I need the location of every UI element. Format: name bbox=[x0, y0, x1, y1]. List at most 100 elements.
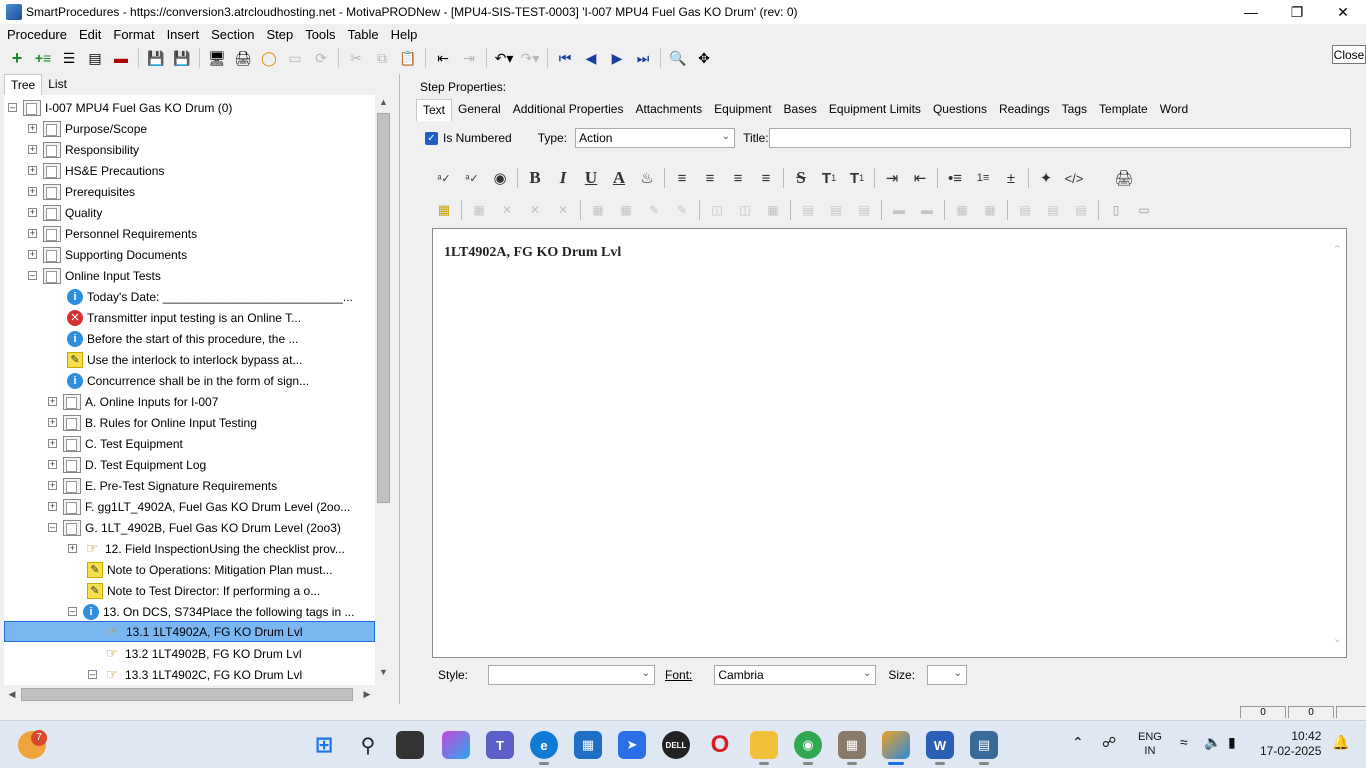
step-text-editor[interactable]: 1LT4902A, FG KO Drum Lvl ⌃ ⌄ bbox=[432, 228, 1347, 658]
indent-icon[interactable]: ⇤ bbox=[430, 46, 456, 70]
globe-icon[interactable]: ◯ bbox=[256, 46, 282, 70]
tab-bases[interactable]: Bases bbox=[778, 99, 823, 121]
list-alt-icon[interactable]: ▤ bbox=[82, 46, 108, 70]
minimize-button[interactable]: — bbox=[1228, 0, 1274, 24]
tree-horizontal-scrollbar[interactable]: ◀ ▶ bbox=[4, 686, 375, 703]
menu-step[interactable]: Step bbox=[263, 27, 296, 42]
expand-icon[interactable]: + bbox=[48, 460, 57, 469]
align-left-icon[interactable]: ≡ bbox=[668, 166, 696, 190]
volume-icon[interactable]: 🔈 bbox=[1204, 734, 1221, 751]
tree-item[interactable]: ✎ Note to Operations: Mitigation Plan mus… bbox=[72, 559, 332, 580]
size-select[interactable]: ⌄ bbox=[927, 665, 968, 685]
expand-icon[interactable]: + bbox=[48, 481, 57, 490]
tree-vertical-scrollbar[interactable]: ▲ ▼ bbox=[375, 95, 392, 685]
dell-icon[interactable]: DELL bbox=[662, 731, 690, 759]
edit-cell-icon[interactable]: ✎ bbox=[640, 198, 668, 222]
collapse-icon[interactable]: – bbox=[88, 670, 97, 679]
font-color-icon[interactable]: A bbox=[605, 166, 633, 190]
expand-icon[interactable]: + bbox=[68, 544, 77, 553]
collapse-icon[interactable]: – bbox=[8, 103, 17, 112]
tree-item[interactable]: i Before the start of this procedure, the… bbox=[52, 328, 298, 349]
border-icon[interactable]: ▦ bbox=[948, 198, 976, 222]
tree-item[interactable]: – Online Input Tests bbox=[28, 265, 161, 286]
horizontal-rule-icon[interactable]: ± bbox=[997, 166, 1025, 190]
bold-icon[interactable]: B bbox=[521, 166, 549, 190]
align-bottom-icon[interactable]: ▤ bbox=[1067, 198, 1095, 222]
tree-item[interactable]: – ☞ 13.3 1LT4902C, FG KO Drum Lvl bbox=[88, 664, 302, 685]
tab-word[interactable]: Word bbox=[1154, 99, 1194, 121]
scroll-up-icon[interactable]: ▲ bbox=[375, 97, 392, 113]
tree-item[interactable]: ☞ 13.2 1LT4902B, FG KO Drum Lvl bbox=[103, 643, 302, 664]
print-icon[interactable]: 🖨 bbox=[230, 46, 256, 70]
style-icon[interactable]: ◉ bbox=[486, 166, 514, 190]
list-icon[interactable]: ☰ bbox=[56, 46, 82, 70]
edge-icon[interactable]: e bbox=[530, 731, 558, 765]
tree-item[interactable]: ✕ Transmitter input testing is an Online … bbox=[52, 307, 301, 328]
save-icon[interactable]: 💾 bbox=[169, 46, 195, 70]
collapse-icon[interactable]: – bbox=[48, 523, 57, 532]
paste-icon[interactable]: 📋 bbox=[395, 46, 421, 70]
expand-icon[interactable]: + bbox=[28, 229, 37, 238]
tree-item[interactable]: + Purpose/Scope bbox=[28, 118, 147, 139]
is-numbered-checkbox[interactable]: ✓ bbox=[425, 131, 438, 145]
superscript-icon[interactable]: T1 bbox=[815, 166, 843, 190]
teams-icon[interactable]: T bbox=[486, 731, 514, 759]
insert-row-above-icon[interactable]: ▤ bbox=[794, 198, 822, 222]
tree-item[interactable]: + C. Test Equipment bbox=[48, 433, 183, 454]
tab-tags[interactable]: Tags bbox=[1056, 99, 1093, 121]
expand-icon[interactable]: + bbox=[28, 166, 37, 175]
file-explorer-icon[interactable] bbox=[750, 731, 778, 765]
redo-icon[interactable]: ↷▾ bbox=[517, 46, 543, 70]
split-icon[interactable]: ▤ bbox=[850, 198, 878, 222]
delete-rows-icon[interactable]: ✕ bbox=[521, 198, 549, 222]
tree-item[interactable]: + E. Pre-Test Signature Requirements bbox=[48, 475, 277, 496]
type-select[interactable]: Action ⌄ bbox=[575, 128, 736, 148]
font-select[interactable]: Cambria ⌄ bbox=[714, 665, 877, 685]
expand-icon[interactable]: + bbox=[28, 250, 37, 259]
spell-check-icon[interactable]: ᵃ✓ bbox=[430, 166, 458, 190]
cell-style-icon[interactable]: ✎ bbox=[668, 198, 696, 222]
border-all-icon[interactable]: ▦ bbox=[976, 198, 1004, 222]
indent-right-icon[interactable]: ⇥ bbox=[878, 166, 906, 190]
battery-icon[interactable]: ▮ bbox=[1228, 734, 1236, 751]
add-icon[interactable]: + bbox=[4, 46, 30, 70]
close-window-button[interactable]: ✕ bbox=[1320, 0, 1366, 24]
tree-item[interactable]: + A. Online Inputs for I-007 bbox=[48, 391, 218, 412]
tree-item[interactable]: + Responsibility bbox=[28, 139, 139, 160]
column-icon[interactable]: ▯ bbox=[1102, 198, 1130, 222]
expand-icon[interactable]: + bbox=[28, 124, 37, 133]
insert-column-right-icon[interactable]: ◫ bbox=[731, 198, 759, 222]
style-select[interactable]: ⌄ bbox=[488, 665, 656, 685]
first-icon[interactable]: ⏮ bbox=[552, 46, 578, 70]
wifi-icon[interactable]: ≈ bbox=[1180, 734, 1188, 750]
row-props-icon[interactable]: ▦ bbox=[612, 198, 640, 222]
html-source-icon[interactable]: </> bbox=[1060, 166, 1088, 190]
table-props-icon[interactable]: ▦ bbox=[465, 198, 493, 222]
tree-item[interactable]: ✎ Note to Test Director: If performing a … bbox=[72, 580, 320, 601]
expand-icon[interactable]: + bbox=[28, 208, 37, 217]
insert-row-below-icon[interactable]: ▤ bbox=[822, 198, 850, 222]
tree-item[interactable]: i Today's Date: _________________________… bbox=[52, 286, 353, 307]
tab-text[interactable]: Text bbox=[416, 99, 453, 121]
tree-item[interactable]: – G. 1LT_4902B, Fuel Gas KO Drum Level (2… bbox=[48, 517, 341, 538]
remote-desktop-icon[interactable]: ▤ bbox=[970, 731, 998, 765]
menu-table[interactable]: Table bbox=[345, 27, 382, 42]
collapse-icon[interactable]: – bbox=[28, 271, 37, 280]
save-all-icon[interactable]: 💾 bbox=[143, 46, 169, 70]
merge-row-icon[interactable]: ▬ bbox=[885, 198, 913, 222]
tree-item[interactable]: + Prerequisites bbox=[28, 181, 135, 202]
tree-item-root[interactable]: – I-007 MPU4 Fuel Gas KO Drum (0) bbox=[8, 97, 232, 118]
spell-check-all-icon[interactable]: ᵃ✓ bbox=[458, 166, 486, 190]
menu-edit[interactable]: Edit bbox=[76, 27, 104, 42]
start-icon[interactable]: ⊞ bbox=[310, 731, 338, 759]
tree-item[interactable]: + Personnel Requirements bbox=[28, 223, 197, 244]
scroll-down-icon[interactable]: ▼ bbox=[375, 667, 392, 683]
tab-list[interactable]: List bbox=[42, 74, 73, 96]
collapse-icon[interactable]: – bbox=[68, 607, 77, 616]
close-button[interactable]: Close bbox=[1332, 45, 1366, 64]
tab-attachments[interactable]: Attachments bbox=[629, 99, 708, 121]
subscript-icon[interactable]: T1 bbox=[843, 166, 871, 190]
search-icon[interactable]: ⚲ bbox=[354, 731, 382, 759]
merge-icon[interactable]: ▦ bbox=[759, 198, 787, 222]
tree-item[interactable]: + Supporting Documents bbox=[28, 244, 187, 265]
